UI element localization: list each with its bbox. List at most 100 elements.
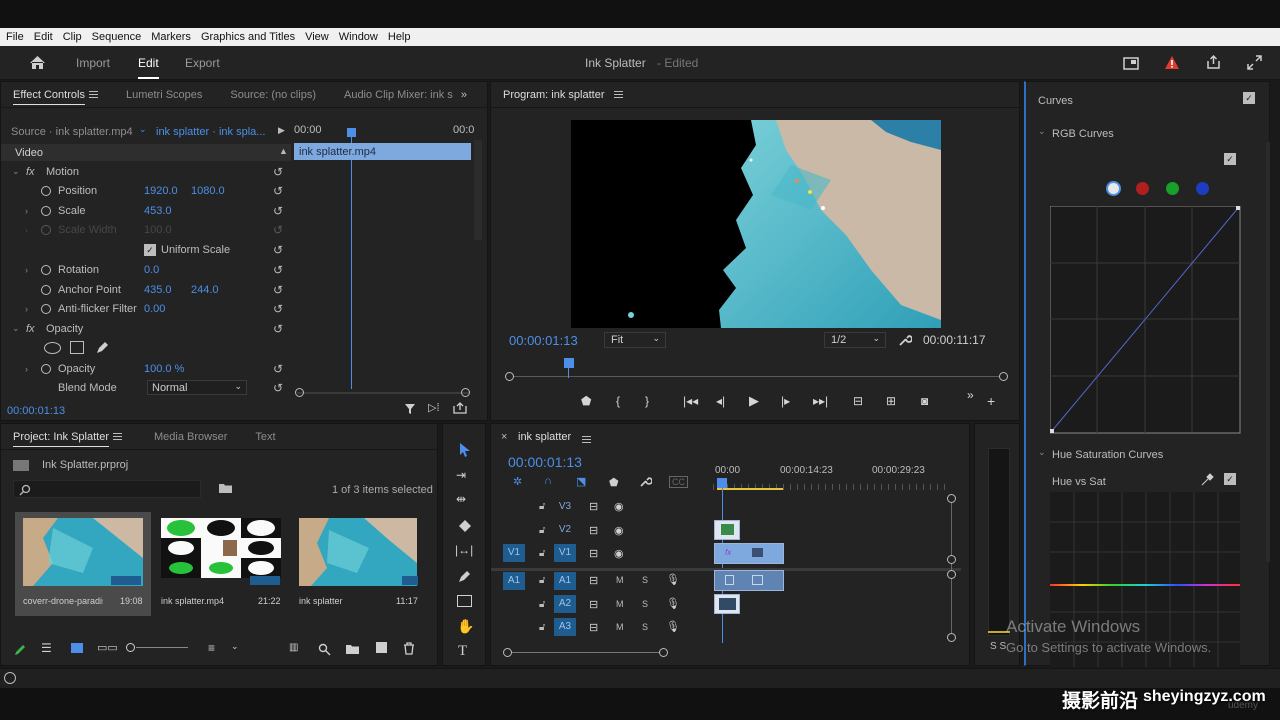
video-frame[interactable] [571, 120, 941, 328]
export-frame-icon[interactable] [453, 402, 467, 414]
lock-icon[interactable]: 🔓︎ [539, 525, 545, 536]
tab-program[interactable]: Program: ink splatter [503, 89, 604, 101]
scrub-handle-left[interactable] [505, 372, 514, 381]
chevron-right-icon[interactable]: › [25, 265, 28, 275]
vscroll-handle[interactable] [947, 633, 956, 642]
fx-icon[interactable]: fx [26, 323, 35, 335]
project-item-selected[interactable]: coverr-drone-paradisia... 19:08 [15, 512, 151, 616]
sync-lock-icon[interactable]: ⊟ [589, 598, 598, 611]
eye-icon[interactable]: ◉ [614, 524, 624, 537]
tab-project[interactable]: Project: Ink Splatter [13, 431, 109, 443]
ec-clip-bar[interactable]: ink splatter.mp4 [294, 143, 471, 160]
track-a3[interactable]: A3 [554, 618, 576, 636]
rectangle-mask-icon[interactable] [70, 341, 84, 354]
blue-channel-button[interactable] [1196, 182, 1209, 195]
lock-icon[interactable]: 🔓︎ [539, 501, 545, 512]
rgb-curve-graph[interactable] [1050, 206, 1242, 436]
sync-lock-icon[interactable]: ⊟ [589, 574, 598, 587]
chevron-down-icon[interactable]: ⌄ [12, 323, 20, 334]
chevron-down-icon[interactable]: ⌄ [1038, 447, 1046, 458]
position-y[interactable]: 1080.0 [191, 185, 225, 197]
mute-button[interactable]: M [616, 575, 624, 585]
reset-icon[interactable]: ↺ [273, 243, 283, 257]
sync-lock-icon[interactable]: ⊟ [589, 621, 598, 634]
eye-icon[interactable]: ◉ [614, 500, 624, 513]
menu-sequence[interactable]: Sequence [92, 31, 142, 43]
snap-icon[interactable]: ∩ [544, 475, 552, 487]
vscroll-handle[interactable] [947, 555, 956, 564]
list-view-icon[interactable]: ☰ [41, 641, 52, 655]
program-playhead[interactable] [564, 358, 574, 368]
play-icon[interactable]: ▶ [749, 393, 759, 409]
chevron-down-icon[interactable]: ⌄ [1038, 126, 1046, 137]
zoom-handle-right[interactable] [659, 648, 668, 657]
captions-icon[interactable]: CC [669, 476, 688, 488]
sync-lock-icon[interactable]: ⊟ [589, 500, 598, 513]
filter-icon[interactable] [404, 403, 416, 415]
add-marker-icon[interactable]: ⬟ [609, 476, 619, 489]
lock-icon[interactable]: 🔓︎ [539, 599, 545, 610]
anchor-x[interactable]: 435.0 [144, 284, 172, 296]
panel-menu-icon[interactable] [113, 433, 122, 440]
v2-clip[interactable] [714, 520, 740, 540]
slip-tool-icon[interactable]: |↔| [455, 543, 473, 557]
workspaces-icon[interactable] [1123, 56, 1139, 70]
mute-button[interactable]: M [616, 622, 624, 632]
blend-mode-select[interactable]: Normal ⌄ [147, 380, 247, 395]
resolution-select[interactable]: 1/2 ⌄ [824, 332, 886, 348]
more-controls-icon[interactable]: » [967, 388, 974, 402]
lock-icon[interactable]: 🔓︎ [539, 622, 545, 633]
timeline-timecode[interactable]: 00:00:01:13 [508, 454, 582, 470]
tab-text[interactable]: Text [255, 431, 275, 443]
more-panels-icon[interactable]: » [461, 89, 467, 101]
lock-icon[interactable]: 🔓︎ [539, 575, 545, 586]
a1-clip[interactable] [714, 570, 784, 591]
ec-zoom-bar[interactable] [297, 392, 469, 394]
scrub-handle-right[interactable] [999, 372, 1008, 381]
ellipse-mask-icon[interactable] [44, 342, 61, 354]
stopwatch-icon[interactable] [41, 363, 51, 374]
reset-icon[interactable]: ↺ [273, 263, 283, 277]
reset-icon[interactable]: ↺ [273, 322, 283, 336]
ripple-edit-tool-icon[interactable]: ⇹ [456, 492, 466, 506]
zoom-slider-track[interactable] [136, 647, 188, 648]
chevron-right-icon[interactable]: › [25, 364, 28, 374]
solo-button[interactable]: S [642, 622, 648, 632]
fx-icon[interactable]: fx [26, 166, 35, 178]
pencil-icon[interactable] [13, 643, 27, 657]
ec-scrollbar[interactable] [474, 140, 482, 240]
track-v1[interactable]: V1 [554, 544, 576, 562]
settings-wrench-icon[interactable] [898, 333, 912, 347]
tab-media-browser[interactable]: Media Browser [154, 431, 227, 443]
reset-icon[interactable]: ↺ [273, 362, 283, 376]
project-item[interactable]: ink splatter.mp4 21:22 [156, 512, 290, 616]
new-item-icon[interactable] [376, 642, 387, 653]
timeline-settings-icon[interactable] [639, 475, 652, 488]
add-marker-icon[interactable]: ⬟ [581, 394, 591, 408]
razor-tool-icon[interactable] [457, 518, 473, 534]
pen-mask-icon[interactable] [95, 340, 110, 355]
play-only-icon[interactable]: ▶ [278, 125, 285, 136]
scale-value[interactable]: 453.0 [144, 205, 172, 217]
extract-icon[interactable]: ⊞ [886, 394, 896, 408]
program-scrub-bar[interactable] [507, 376, 1003, 377]
zoom-slider-handle[interactable] [126, 643, 135, 652]
stopwatch-icon[interactable] [41, 185, 51, 196]
stopwatch-icon[interactable] [41, 264, 51, 275]
menu-window[interactable]: Window [339, 31, 378, 43]
search-icon[interactable] [318, 643, 331, 656]
mute-button[interactable]: M [616, 599, 624, 609]
luma-channel-button[interactable] [1106, 181, 1121, 196]
solo-button[interactable]: S [642, 599, 648, 609]
panel-menu-icon[interactable] [88, 91, 98, 98]
sort-icon[interactable]: ≡ [208, 641, 215, 655]
track-a1[interactable]: A1 [554, 572, 576, 590]
nest-toggle-icon[interactable]: ✲ [513, 475, 522, 488]
project-item[interactable]: ink splatter 11:17 [294, 512, 428, 616]
eye-icon[interactable]: ◉ [614, 547, 624, 560]
warning-icon[interactable] [1164, 55, 1180, 70]
go-to-in-icon[interactable]: |◂◂ [683, 394, 698, 408]
microphone-icon[interactable]: 🎙︎ [666, 597, 680, 610]
button-editor-plus-icon[interactable]: + [987, 393, 995, 409]
rectangle-tool-icon[interactable] [457, 595, 472, 607]
